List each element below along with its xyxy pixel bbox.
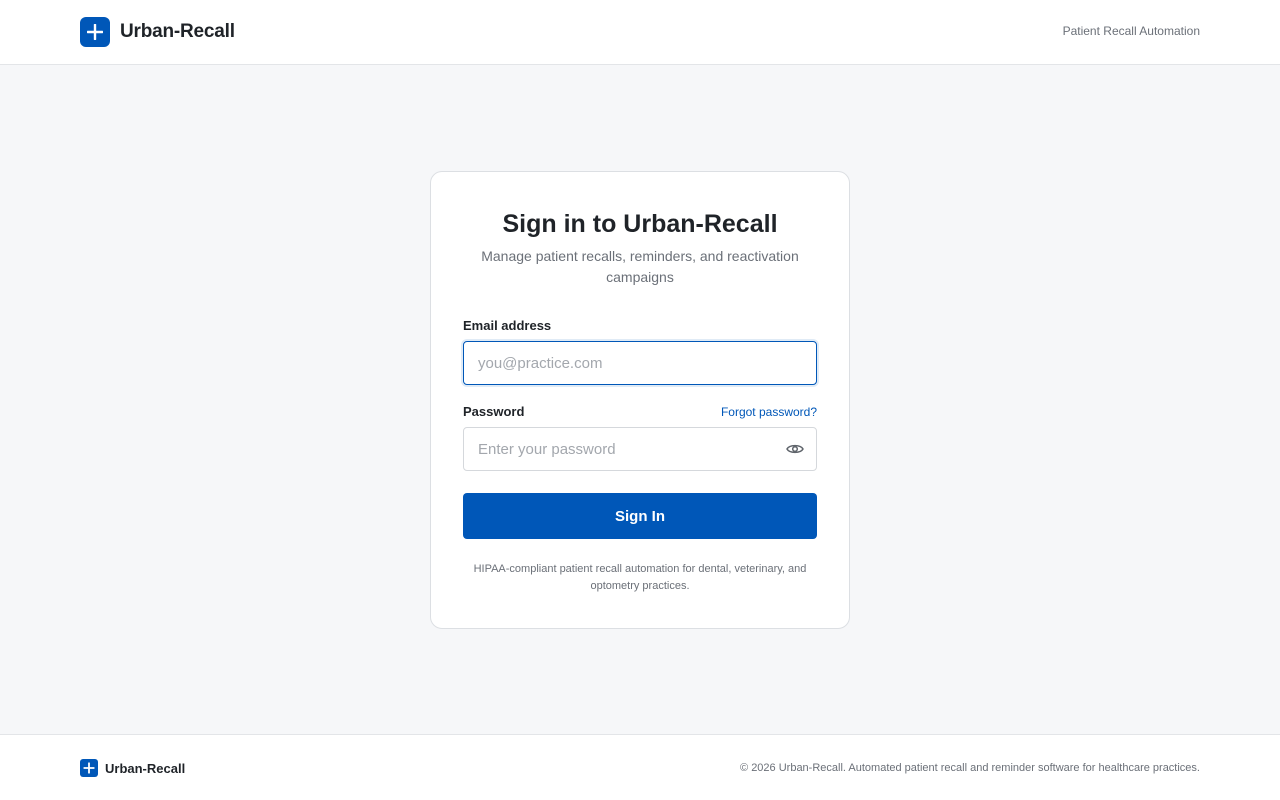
main-content: Sign in to Urban-Recall Manage patient r… — [0, 65, 1280, 735]
sign-in-button[interactable]: Sign In — [463, 493, 817, 539]
password-label: Password — [463, 404, 525, 419]
compliance-note: HIPAA-compliant patient recall automatio… — [473, 563, 807, 592]
email-input-wrap — [463, 341, 817, 385]
footer-brand-name: Urban-Recall — [105, 760, 186, 776]
eye-icon[interactable] — [785, 440, 805, 458]
password-input[interactable] — [463, 427, 817, 471]
brand-logo-link[interactable]: Urban-Recall — [80, 17, 235, 47]
plus-icon — [80, 759, 98, 777]
email-label-row: Email address — [463, 318, 817, 333]
brand-name: Urban-Recall — [120, 21, 235, 42]
password-label-row: Password Forgot password? — [463, 404, 817, 419]
footer-copyright: © 2026 Urban-Recall. Automated patient r… — [740, 762, 1200, 774]
site-footer: Urban-Recall © 2026 Urban-Recall. Automa… — [0, 734, 1280, 800]
email-label: Email address — [463, 318, 552, 333]
forgot-password-link[interactable]: Forgot password? — [721, 405, 817, 419]
email-input[interactable] — [463, 341, 817, 385]
site-header: Urban-Recall Patient Recall Automation — [0, 0, 1280, 65]
sign-in-subtitle: Manage patient recalls, reminders, and r… — [481, 248, 799, 285]
header-tagline: Patient Recall Automation — [1062, 24, 1200, 38]
sign-in-title: Sign in to Urban-Recall — [502, 210, 778, 238]
plus-icon — [80, 17, 110, 47]
email-field-group: Email address — [463, 318, 817, 385]
sign-in-card: Sign in to Urban-Recall Manage patient r… — [430, 171, 850, 629]
password-field-group: Password Forgot password? — [463, 404, 817, 471]
password-input-wrap — [463, 427, 817, 471]
footer-brand: Urban-Recall — [80, 759, 185, 777]
